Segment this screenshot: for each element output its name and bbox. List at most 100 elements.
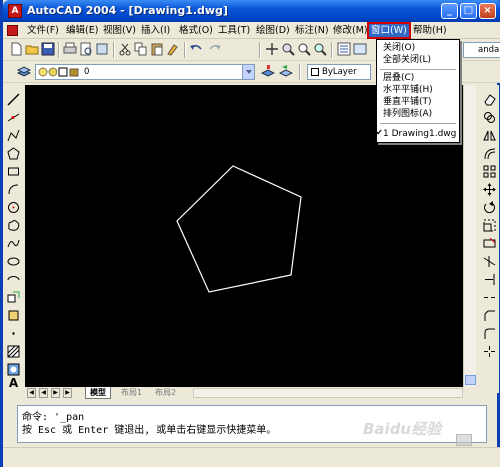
window-menu-dropdown: 关闭(O) 全部关闭(L) 层叠(C) 水平平铺(H) 垂直平铺(T) 排列图标… — [376, 39, 460, 143]
spline-icon[interactable] — [7, 237, 20, 250]
close-button[interactable]: × — [479, 3, 496, 19]
pan-realtime-icon[interactable] — [265, 42, 279, 56]
menu-item-close[interactable]: 关闭(O) — [377, 42, 459, 54]
trim-icon[interactable] — [483, 255, 496, 268]
menu-dimension[interactable]: 标注(N) — [293, 24, 331, 38]
explode-icon[interactable] — [483, 345, 496, 358]
rectangle-icon[interactable] — [7, 165, 20, 178]
menu-insert[interactable]: 插入(I) — [139, 24, 172, 38]
offset-icon[interactable] — [483, 147, 496, 160]
menu-separator — [380, 69, 456, 70]
color-value: ByLayer — [322, 67, 357, 77]
insert-block-icon[interactable] — [7, 291, 20, 304]
menu-format[interactable]: 格式(O) — [177, 24, 215, 38]
tab-model[interactable]: 模型 — [85, 387, 111, 399]
polyline-icon[interactable] — [7, 129, 20, 142]
vertical-scroll-thumb[interactable] — [465, 375, 476, 385]
array-icon[interactable] — [483, 165, 496, 178]
menu-file[interactable]: 文件(F) — [25, 24, 61, 38]
tab-layout1[interactable]: 布局1 — [117, 387, 146, 399]
rotate-icon[interactable] — [483, 201, 496, 214]
menu-window[interactable]: 窗口(W) — [367, 22, 411, 39]
zoom-window-icon[interactable] — [297, 42, 311, 56]
design-center-icon[interactable] — [353, 42, 367, 56]
layer-dropdown-arrow[interactable] — [242, 65, 254, 79]
region-icon[interactable] — [7, 363, 20, 376]
menu-modify[interactable]: 修改(M) — [331, 24, 370, 38]
publish-icon[interactable] — [95, 42, 109, 56]
first-tab-icon[interactable]: ◀ — [27, 388, 36, 398]
next-tab-icon[interactable]: ▶ — [51, 388, 60, 398]
toolbar-separator — [58, 42, 60, 58]
scale-icon[interactable] — [483, 219, 496, 232]
extend-icon[interactable] — [483, 273, 496, 286]
autocad-app-icon[interactable]: A — [8, 4, 22, 18]
make-object-layer-current-icon[interactable] — [261, 64, 275, 78]
print-preview-icon[interactable] — [79, 42, 93, 56]
zoom-previous-icon[interactable] — [313, 42, 327, 56]
multiline-text-icon[interactable]: A — [7, 377, 20, 390]
zoom-realtime-icon[interactable] — [281, 42, 295, 56]
move-icon[interactable] — [483, 183, 496, 196]
menu-item-close-all[interactable]: 全部关闭(L) — [377, 54, 459, 66]
dimension-style-value: andard — [478, 45, 500, 55]
layer-previous-icon[interactable] — [279, 64, 293, 78]
construction-line-icon[interactable] — [7, 111, 20, 124]
menu-item-arrange-icons[interactable]: 排列图标(A) — [377, 108, 459, 120]
erase-icon[interactable] — [483, 93, 496, 106]
menu-help[interactable]: 帮助(H) — [411, 24, 449, 38]
arc-icon[interactable] — [7, 183, 20, 196]
layer-manager-icon[interactable] — [17, 64, 31, 78]
color-control-combo[interactable]: ByLayer — [307, 64, 371, 80]
tab-layout2[interactable]: 布局2 — [151, 387, 180, 399]
menu-edit[interactable]: 编辑(E) — [64, 24, 100, 38]
new-file-icon[interactable] — [9, 42, 23, 56]
document-icon[interactable] — [7, 25, 18, 36]
copy-icon[interactable] — [134, 42, 148, 56]
menu-separator — [380, 123, 456, 124]
properties-icon[interactable] — [337, 42, 351, 56]
mirror-icon[interactable] — [483, 129, 496, 142]
revision-cloud-icon[interactable] — [7, 219, 20, 232]
undo-icon[interactable] — [189, 42, 203, 56]
dimension-style-combo[interactable]: andard — [463, 42, 500, 58]
minimize-button[interactable]: _ — [441, 3, 458, 19]
menu-tools[interactable]: 工具(T) — [216, 24, 252, 38]
paste-icon[interactable] — [150, 42, 164, 56]
match-properties-icon[interactable] — [166, 42, 180, 56]
circle-icon[interactable] — [7, 201, 20, 214]
horizontal-scrollbar[interactable] — [193, 388, 463, 398]
menu-view[interactable]: 视图(V) — [101, 24, 138, 38]
pentagon-shape[interactable] — [176, 165, 302, 293]
print-icon[interactable] — [63, 42, 77, 56]
layer-combo[interactable]: 0 — [35, 64, 255, 80]
ellipse-arc-icon[interactable] — [7, 273, 20, 286]
line-icon[interactable] — [7, 93, 20, 106]
toolbar-separator — [184, 42, 186, 58]
hatch-icon[interactable] — [7, 345, 20, 358]
menu-item-cascade[interactable]: 层叠(C) — [377, 72, 459, 84]
vertical-scrollbar[interactable] — [463, 85, 476, 387]
save-icon[interactable] — [41, 42, 55, 56]
make-block-icon[interactable] — [7, 309, 20, 322]
cut-icon[interactable] — [118, 42, 132, 56]
color-swatch — [311, 68, 319, 76]
fillet-icon[interactable] — [483, 327, 496, 340]
menu-item-tile-horizontal[interactable]: 水平平铺(H) — [377, 84, 459, 96]
ellipse-icon[interactable] — [7, 255, 20, 268]
copy-object-icon[interactable] — [483, 111, 496, 124]
title-bar[interactable]: A AutoCAD 2004 - [Drawing1.dwg] _ □ × — [3, 0, 500, 22]
point-icon[interactable] — [7, 327, 20, 340]
previous-tab-icon[interactable]: ◀ — [39, 388, 48, 398]
chamfer-icon[interactable] — [483, 309, 496, 322]
polygon-icon[interactable] — [7, 147, 20, 160]
menu-item-drawing1-row[interactable]: ✔ 1 Drawing1.dwg — [376, 128, 459, 140]
maximize-button[interactable]: □ — [460, 3, 477, 19]
open-folder-icon[interactable] — [25, 42, 39, 56]
stretch-icon[interactable] — [483, 237, 496, 250]
redo-icon[interactable] — [208, 42, 222, 56]
last-tab-icon[interactable]: ▶ — [63, 388, 72, 398]
menu-draw[interactable]: 绘图(D) — [254, 24, 292, 38]
break-icon[interactable] — [483, 291, 496, 304]
menu-item-tile-vertical[interactable]: 垂直平铺(T) — [377, 96, 459, 108]
